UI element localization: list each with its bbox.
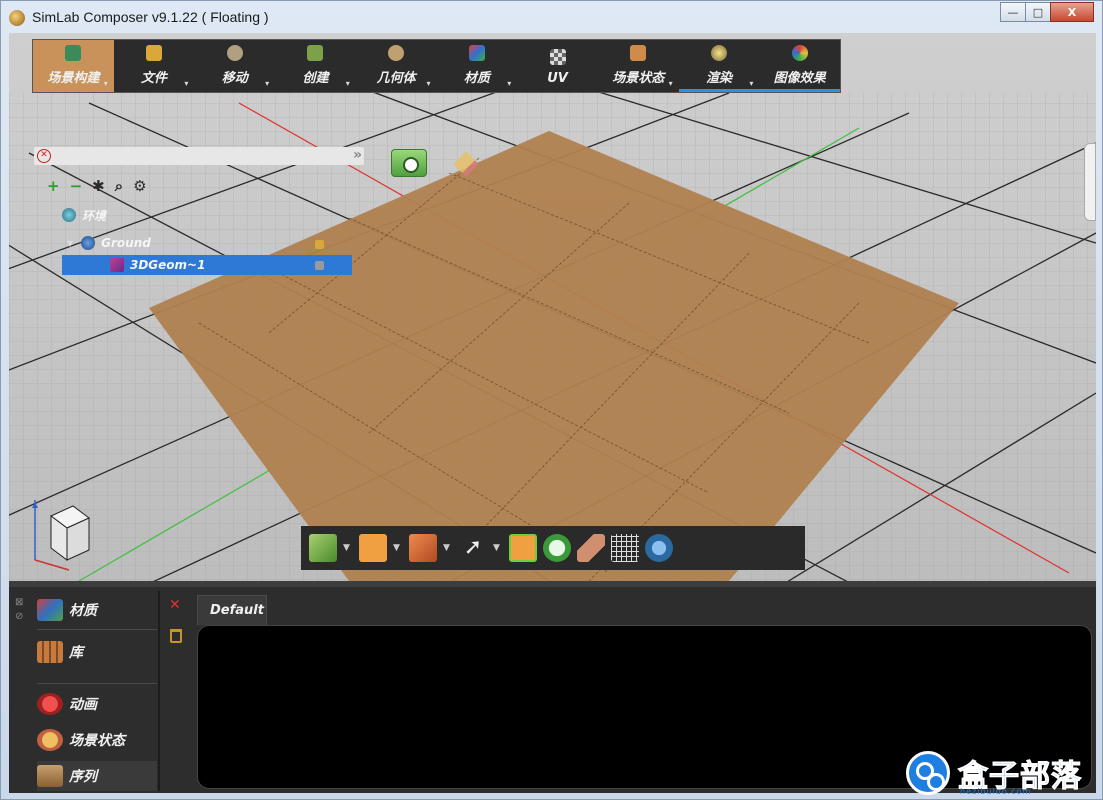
toolbar-material[interactable]: 材质 ▾: [437, 40, 518, 92]
close-button[interactable]: X: [1050, 2, 1094, 22]
viewport-toolbar: ▼ ▼ ▼ ➚ ▼: [301, 526, 805, 570]
magnify-icon[interactable]: ⌕: [115, 177, 123, 195]
toolbar-render[interactable]: 渲染 ▾: [678, 40, 760, 92]
camera-button[interactable]: [391, 149, 427, 177]
grid-icon[interactable]: [611, 534, 639, 562]
maximize-button[interactable]: □: [1025, 2, 1051, 22]
material-icon: [468, 45, 485, 61]
geometry-icon: [388, 45, 405, 61]
chevron-down-icon: ▾: [426, 79, 431, 88]
chevron-down-icon: ▾: [345, 79, 350, 88]
create-box-icon: [307, 45, 324, 61]
environment-icon: [62, 208, 76, 222]
nav-animation[interactable]: 动画: [37, 689, 157, 719]
scene-render: [9, 33, 1096, 581]
texture-plane-icon[interactable]: [509, 534, 537, 562]
chevron-down-icon[interactable]: ▼: [393, 543, 403, 553]
tree-node-3dgeom[interactable]: 3DGeom~1: [62, 255, 352, 275]
3d-viewport[interactable]: 场景构建 ▾ 文件 ▾ 移动 ▾ 创建 ▾ 几何体 ▾ 材质 ▾ UV 场景状态…: [9, 33, 1096, 581]
remove-icon[interactable]: −: [70, 177, 83, 195]
window-controls: — □ X: [1000, 2, 1094, 22]
floor-grid-icon[interactable]: [577, 534, 605, 562]
nav-materials[interactable]: 材质: [37, 595, 157, 625]
view-cube[interactable]: [29, 498, 93, 572]
chevron-down-icon: ▾: [184, 79, 189, 88]
cursor-icon[interactable]: ➚: [459, 534, 487, 562]
toolbar-file[interactable]: 文件 ▾: [114, 40, 195, 92]
toolbar-create[interactable]: 创建 ▾: [275, 40, 356, 92]
nav-divider: [37, 683, 157, 684]
filter-icon[interactable]: ⚙: [133, 177, 146, 195]
move-icon: [226, 45, 243, 61]
chevron-down-icon[interactable]: ▼: [443, 543, 453, 553]
render-icon: [710, 45, 727, 61]
watermark-icon: [906, 751, 950, 795]
box-icon[interactable]: [409, 534, 437, 562]
window-title: SimLab Composer v9.1.22 ( Floating ): [32, 9, 269, 25]
clear-search-icon[interactable]: ✕: [37, 149, 51, 163]
scene-state-icon: [630, 45, 647, 61]
tree-search-bar[interactable]: ✕ »: [34, 147, 364, 165]
toolbar-uv[interactable]: UV: [517, 40, 598, 92]
library-nav: 材质 库 动画 场景状态 序列: [9, 589, 159, 793]
collapse-arrow-icon[interactable]: ▼: [67, 239, 73, 248]
zoom-add-icon[interactable]: [543, 534, 571, 562]
chevron-down-icon: ▾: [507, 79, 512, 88]
lock-icon[interactable]: [315, 240, 324, 249]
main-toolbar: 场景构建 ▾ 文件 ▾ 移动 ▾ 创建 ▾ 几何体 ▾ 材质 ▾ UV 场景状态…: [32, 39, 841, 93]
app-logo-icon: [9, 10, 25, 26]
uv-checker-icon: [549, 49, 566, 65]
sequence-icon: [37, 765, 63, 787]
tree-node-environment[interactable]: 环境: [62, 205, 106, 225]
select-object-icon[interactable]: [309, 534, 337, 562]
mesh-icon: [110, 258, 124, 272]
settings-icon[interactable]: ✱: [92, 177, 105, 195]
folder-icon: [146, 45, 163, 61]
chevron-down-icon[interactable]: ▼: [493, 543, 503, 553]
chevron-down-icon: ▾: [265, 79, 270, 88]
chevron-down-icon: ▾: [103, 79, 108, 88]
tree-node-ground[interactable]: ▼ Ground: [67, 233, 151, 253]
watermark-subtext: hezibuluo.com: [960, 787, 1032, 796]
library-icon: [37, 641, 63, 663]
screenshot-camera-icon[interactable]: [645, 534, 673, 562]
chevron-down-icon: ▾: [749, 79, 754, 88]
chevron-down-icon: ▾: [668, 79, 673, 88]
toolbar-scene-state[interactable]: 场景状态 ▾: [598, 40, 679, 92]
toolbar-scene-build[interactable]: 场景构建 ▾: [33, 40, 114, 92]
toolbar-geometry[interactable]: 几何体 ▾: [356, 40, 437, 92]
nav-divider: [37, 629, 157, 630]
title-bar[interactable]: SimLab Composer v9.1.22 ( Floating ) — □…: [1, 1, 1102, 33]
nav-library[interactable]: 库: [37, 637, 157, 667]
side-panel-handle[interactable]: [1084, 143, 1096, 221]
watermark-logo: 盒子部落 hezibuluo.com: [906, 751, 1096, 797]
toolbar-move[interactable]: 移动 ▾: [194, 40, 275, 92]
nav-scene-states[interactable]: 场景状态: [37, 725, 157, 755]
globe-icon: [81, 236, 96, 250]
app-window: SimLab Composer v9.1.22 ( Floating ) — □…: [0, 0, 1103, 800]
animation-icon: [37, 693, 63, 715]
nav-sequence[interactable]: 序列: [37, 761, 157, 791]
add-icon[interactable]: +: [47, 177, 60, 195]
scene-build-icon: [65, 45, 82, 61]
toolbar-image-effects[interactable]: 图像效果: [759, 40, 840, 92]
chevron-down-icon[interactable]: ▼: [343, 543, 353, 553]
lock-icon[interactable]: [315, 261, 324, 270]
panel-splitter[interactable]: [9, 581, 1096, 587]
minimize-button[interactable]: —: [1000, 2, 1026, 22]
layers-icon[interactable]: [359, 534, 387, 562]
tree-toolbar: + − ✱ ⌕ ⚙: [47, 177, 147, 195]
expand-arrow-icon[interactable]: »: [353, 147, 362, 163]
delete-icon[interactable]: ✕: [169, 597, 181, 613]
materials-icon: [37, 599, 63, 621]
trash-icon[interactable]: [170, 629, 182, 643]
tab-default[interactable]: Default: [197, 595, 267, 625]
scene-states-icon: [37, 729, 63, 751]
image-effects-icon: [791, 45, 808, 61]
panel-divider: [158, 591, 160, 791]
